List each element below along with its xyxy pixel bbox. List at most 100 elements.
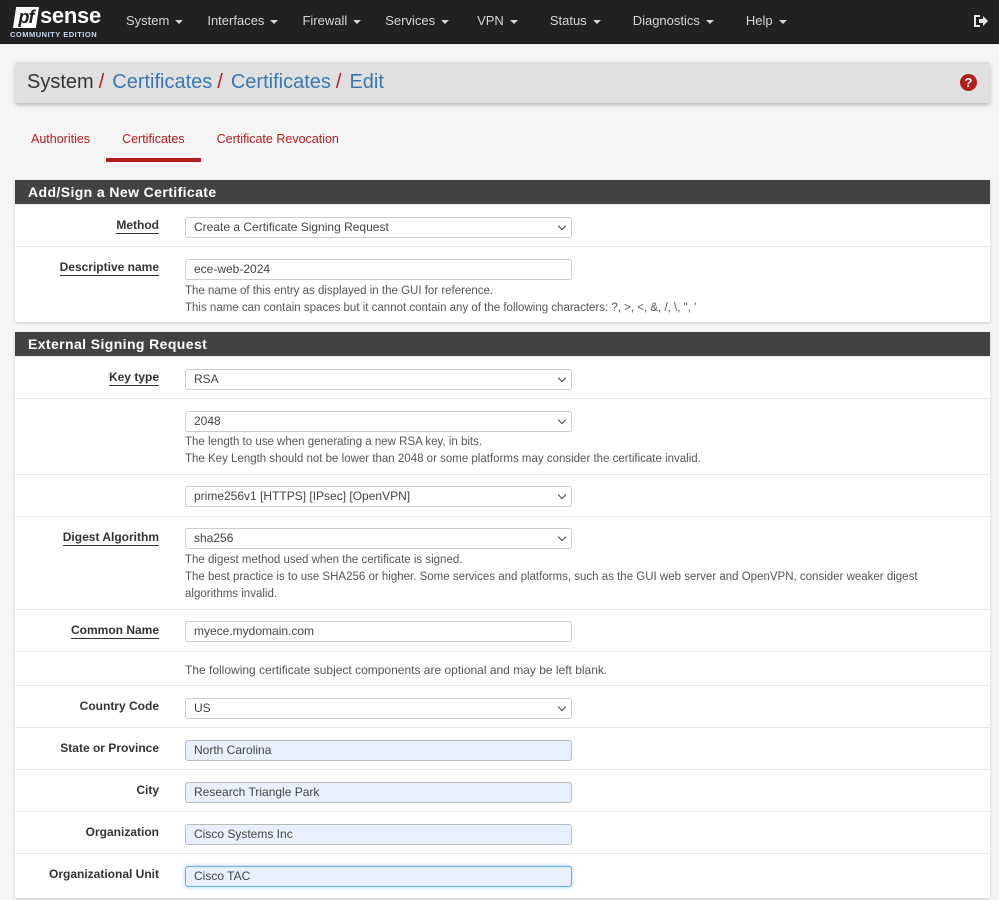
digest-label: Digest Algorithm bbox=[15, 530, 159, 546]
breadcrumb: System / Certificates / Certificates / Edit bbox=[27, 62, 384, 103]
label-text: Key type bbox=[108, 370, 159, 386]
breadcrumb-separator: / bbox=[217, 71, 223, 93]
input-value[interactable]: North Carolina bbox=[185, 740, 572, 761]
caret-down-icon bbox=[175, 19, 184, 24]
caret-down-icon bbox=[353, 19, 362, 24]
state-label: State or Province bbox=[60, 741, 159, 755]
help-text: The best practice is to use SHA256 or hi… bbox=[185, 571, 918, 600]
help-text: This name can contain spaces but it cann… bbox=[185, 302, 697, 314]
city-input[interactable]: Research Triangle Park bbox=[185, 782, 572, 803]
help-text: The Key Length should not be lower than … bbox=[185, 453, 701, 465]
org-unit-input[interactable]: Cisco TAC bbox=[185, 866, 572, 887]
tab-certificates[interactable]: Certificates bbox=[106, 124, 201, 162]
method-select[interactable]: Create a Certificate Signing Request bbox=[185, 217, 572, 238]
input-value[interactable]: Research Triangle Park bbox=[185, 782, 572, 803]
method-row: Method Create a Certificate Signing Requ… bbox=[15, 204, 990, 246]
digest-select[interactable]: sha256 bbox=[185, 528, 572, 549]
input-value[interactable]: ece-web-2024 bbox=[185, 259, 572, 280]
help-text: The digest method used when the certific… bbox=[185, 554, 463, 566]
menu-label: Help bbox=[745, 13, 773, 28]
breadcrumb-certificates[interactable]: Certificates bbox=[112, 71, 212, 93]
country-select[interactable]: US bbox=[185, 698, 572, 719]
key-length-row: 2048 The length to use when generating a… bbox=[15, 398, 990, 474]
cert-tabs: Authorities Certificates Certificate Rev… bbox=[15, 124, 355, 162]
menu-label: Interfaces bbox=[207, 13, 265, 28]
chevron-down-icon bbox=[557, 532, 567, 542]
chevron-down-icon bbox=[557, 221, 567, 231]
menu-diagnostics[interactable]: Diagnostics bbox=[617, 0, 730, 44]
sign-out-icon[interactable] bbox=[973, 13, 989, 29]
country-label: Country Code bbox=[79, 699, 159, 713]
menu-label: Status bbox=[549, 13, 587, 28]
input-value[interactable]: Cisco TAC bbox=[185, 866, 572, 887]
org-unit-label: Organizational Unit bbox=[48, 867, 159, 881]
organization-row: Organization Cisco Systems Inc bbox=[15, 811, 990, 853]
select-value: 2048 bbox=[194, 414, 221, 428]
breadcrumb-system: System bbox=[27, 71, 94, 93]
state-row: State or Province North Carolina bbox=[15, 727, 990, 769]
select-value: prime256v1 [HTTPS] [IPsec] [OpenVPN] bbox=[194, 489, 411, 503]
city-row: City Research Triangle Park bbox=[15, 769, 990, 811]
select-value: Create a Certificate Signing Request bbox=[194, 220, 389, 234]
menu-status[interactable]: Status bbox=[534, 0, 617, 44]
question-circle-icon[interactable]: ? bbox=[960, 74, 977, 91]
menu-system[interactable]: System bbox=[114, 0, 195, 44]
breadcrumb-certificates-list[interactable]: Certificates bbox=[231, 71, 331, 93]
main-menu: System Interfaces Firewall Services VPN … bbox=[114, 0, 803, 44]
menu-vpn[interactable]: VPN bbox=[461, 0, 534, 44]
digest-help: The digest method used when the certific… bbox=[185, 552, 965, 603]
breadcrumb-separator: / bbox=[335, 71, 342, 93]
common-name-input[interactable]: myece.mydomain.com bbox=[185, 621, 572, 642]
caret-down-icon bbox=[778, 19, 787, 24]
label-text: Descriptive name bbox=[59, 260, 159, 276]
caret-down-icon bbox=[705, 19, 714, 24]
organization-label: Organization bbox=[85, 825, 159, 839]
chevron-down-icon bbox=[557, 490, 567, 500]
external-signing-panel: External Signing Request Key type RSA 20… bbox=[15, 332, 990, 898]
menu-firewall[interactable]: Firewall bbox=[290, 0, 373, 44]
common-name-label: Common Name bbox=[15, 623, 159, 639]
city-label: City bbox=[136, 783, 159, 797]
select-value: RSA bbox=[194, 372, 219, 386]
breadcrumb-edit[interactable]: Edit bbox=[349, 71, 383, 93]
top-navbar: pf sense COMMUNITY EDITION System Interf… bbox=[0, 0, 999, 44]
tab-authorities[interactable]: Authorities bbox=[15, 124, 106, 162]
chevron-down-icon bbox=[557, 373, 567, 383]
country-row: Country Code US bbox=[15, 685, 990, 727]
descriptive-name-help: The name of this entry as displayed in t… bbox=[185, 283, 965, 317]
chevron-down-icon bbox=[557, 702, 567, 712]
caret-down-icon bbox=[509, 19, 518, 24]
menu-label: Services bbox=[385, 13, 436, 28]
input-value[interactable]: Cisco Systems Inc bbox=[185, 824, 572, 845]
org-unit-row: Organizational Unit Cisco TAC bbox=[15, 853, 990, 897]
key-type-select[interactable]: RSA bbox=[185, 369, 572, 390]
caret-down-icon bbox=[270, 19, 279, 24]
method-label: Method bbox=[15, 218, 159, 234]
optional-note-row: The following certificate subject compon… bbox=[15, 651, 990, 685]
tab-certificate-revocation[interactable]: Certificate Revocation bbox=[201, 124, 355, 162]
select-value: US bbox=[194, 701, 211, 715]
breadcrumb-separator: / bbox=[98, 71, 105, 93]
input-value[interactable]: myece.mydomain.com bbox=[185, 621, 572, 642]
menu-help[interactable]: Help bbox=[730, 0, 803, 44]
label-text: Digest Algorithm bbox=[62, 530, 159, 546]
key-length-select[interactable]: 2048 bbox=[185, 411, 572, 432]
pfsense-logo[interactable]: pf sense COMMUNITY EDITION bbox=[10, 4, 102, 41]
ecname-row: prime256v1 [HTTPS] [IPsec] [OpenVPN] bbox=[15, 474, 990, 516]
ecname-select[interactable]: prime256v1 [HTTPS] [IPsec] [OpenVPN] bbox=[185, 486, 572, 507]
menu-interfaces[interactable]: Interfaces bbox=[195, 0, 290, 44]
help-text: The length to use when generating a new … bbox=[185, 436, 483, 448]
menu-label: VPN bbox=[477, 13, 504, 28]
menu-label: Diagnostics bbox=[632, 13, 700, 28]
optional-note: The following certificate subject compon… bbox=[185, 663, 608, 677]
add-sign-panel: Add/Sign a New Certificate Method Create… bbox=[15, 180, 990, 322]
logo-edition: COMMUNITY EDITION bbox=[10, 30, 98, 39]
descriptive-name-input[interactable]: ece-web-2024 bbox=[185, 259, 572, 280]
caret-down-icon bbox=[441, 19, 450, 24]
menu-services[interactable]: Services bbox=[373, 0, 461, 44]
state-input[interactable]: North Carolina bbox=[185, 740, 572, 761]
common-name-row: Common Name myece.mydomain.com bbox=[15, 609, 990, 651]
descriptive-name-row: Descriptive name ece-web-2024 The name o… bbox=[15, 246, 990, 322]
organization-input[interactable]: Cisco Systems Inc bbox=[185, 824, 572, 845]
caret-down-icon bbox=[592, 19, 601, 24]
